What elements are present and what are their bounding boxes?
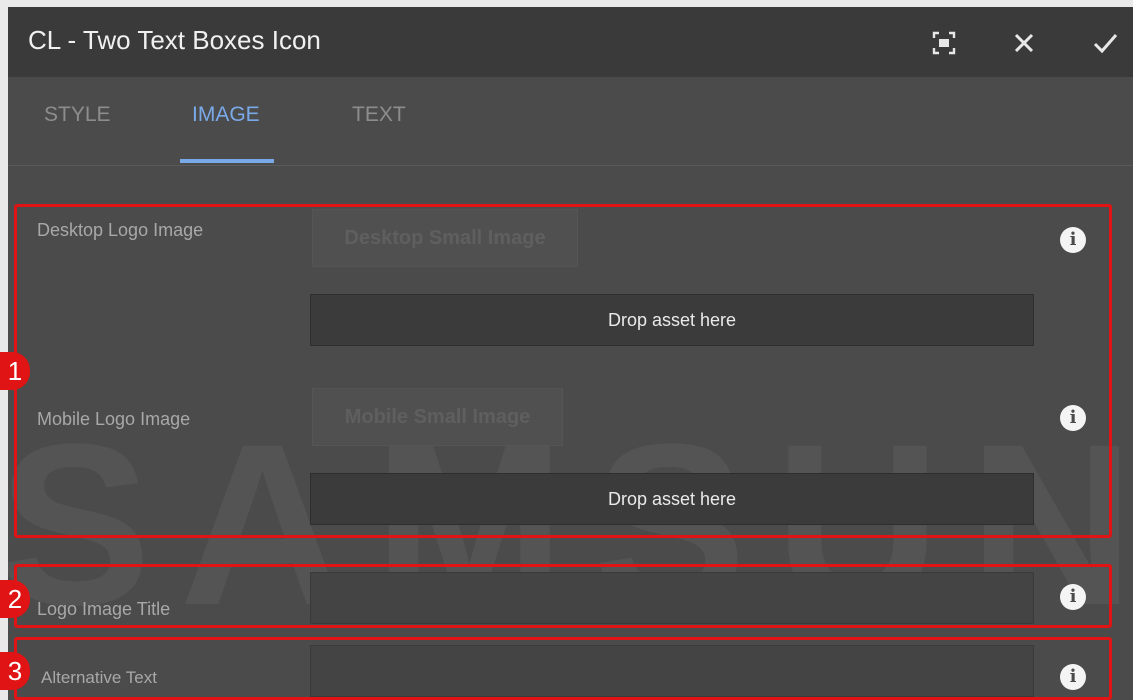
dialog: CL - Two Text Boxes Icon STYLE IMAGE TEX… [8,7,1133,700]
close-icon[interactable] [1010,29,1038,57]
mobile-logo-dropzone[interactable]: Drop asset here [310,473,1034,525]
desktop-logo-info-icon[interactable]: i [1060,227,1086,253]
alt-text-info-icon[interactable]: i [1060,664,1086,690]
title-bar: CL - Two Text Boxes Icon [8,7,1133,77]
alternative-text-input[interactable] [310,645,1034,697]
logo-title-info-icon[interactable]: i [1060,584,1086,610]
mobile-logo-label: Mobile Logo Image [37,409,191,429]
dialog-title: CL - Two Text Boxes Icon [28,25,321,55]
alternative-text-label: Alternative Text [41,668,157,687]
tab-text[interactable]: TEXT [352,103,406,127]
mobile-small-image-button[interactable]: Mobile Small Image [312,388,563,446]
mobile-logo-info-icon[interactable]: i [1060,405,1086,431]
tab-image[interactable]: IMAGE [192,103,260,127]
desktop-logo-dropzone[interactable]: Drop asset here [310,294,1034,346]
desktop-small-image-button[interactable]: Desktop Small Image [312,209,578,267]
active-tab-indicator [180,159,274,163]
logo-image-title-input[interactable] [310,572,1034,624]
tab-style[interactable]: STYLE [44,103,111,127]
tab-bar: STYLE IMAGE TEXT [8,77,1133,166]
logo-image-title-label: Logo Image Title [37,599,171,619]
desktop-logo-label: Desktop Logo Image [37,220,204,240]
fullscreen-icon[interactable] [930,29,958,57]
check-icon[interactable] [1091,29,1119,57]
